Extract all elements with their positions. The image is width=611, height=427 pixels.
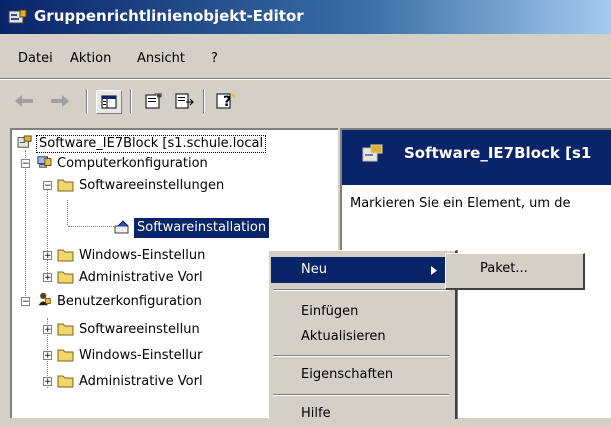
collapse-icon[interactable]: −	[43, 181, 52, 191]
context-menu-neu[interactable]: Neu	[271, 257, 451, 283]
collapse-icon[interactable]: −	[21, 297, 30, 307]
title-bar: Gruppenrichtlinienobjekt-Editor	[0, 0, 611, 34]
back-arrow-icon[interactable]	[12, 90, 36, 112]
menu-ansicht[interactable]: Ansicht	[137, 51, 185, 66]
window-title: Gruppenrichtlinienobjekt-Editor	[34, 7, 304, 25]
toolbar: ?	[0, 82, 611, 120]
menu-item-label: Eigenschaften	[301, 367, 394, 382]
menu-separator	[273, 394, 449, 396]
expand-icon[interactable]: +	[43, 273, 52, 283]
details-header: Software_IE7Block [s1	[342, 130, 611, 185]
show-hide-tree-icon[interactable]	[96, 90, 122, 114]
collapse-icon[interactable]: −	[21, 159, 30, 169]
tree-item-label: Software_IE7Block [s1.schule.local	[36, 135, 267, 153]
context-menu: Neu Einfügen Aktualisieren Eigenschaften…	[268, 250, 457, 421]
tree-line	[68, 226, 114, 227]
context-menu-aktualisieren[interactable]: Aktualisieren	[271, 324, 451, 350]
tree-item-label: Benutzerkonfiguration	[57, 294, 202, 309]
forward-arrow-icon[interactable]	[48, 90, 72, 112]
menu-help[interactable]: ?	[211, 51, 218, 66]
submenu: Paket...	[445, 253, 585, 290]
policy-object-icon	[17, 135, 32, 148]
context-menu-eigenschaften[interactable]: Eigenschaften	[271, 362, 451, 388]
tree-line	[47, 182, 48, 277]
export-list-icon[interactable]	[172, 90, 196, 112]
tree-item-label: Softwareinstallation	[134, 218, 270, 238]
menu-item-label: Einfügen	[301, 304, 359, 319]
tree-item-label: Softwareeinstellungen	[79, 178, 225, 193]
tree-item-label: Computerkonfiguration	[57, 156, 208, 171]
install-package-icon	[114, 220, 129, 234]
toolbar-separator	[130, 89, 132, 113]
properties-icon[interactable]	[142, 90, 166, 112]
folder-icon	[57, 249, 74, 262]
tree-item-label: Windows-Einstellur	[79, 348, 203, 363]
tree-item-label: Softwareeinstellun	[79, 322, 200, 337]
submenu-paket[interactable]: Paket...	[480, 261, 528, 276]
menu-aktion[interactable]: Aktion	[70, 51, 111, 66]
help-icon[interactable]: ?	[214, 90, 238, 112]
menu-item-label: Hilfe	[301, 406, 331, 421]
menu-datei[interactable]: Datei	[18, 51, 53, 66]
toolbar-separator	[203, 89, 205, 113]
details-description: Markieren Sie ein Element, um de	[350, 196, 571, 211]
folder-icon	[57, 349, 74, 362]
folder-icon	[57, 271, 74, 284]
expand-icon[interactable]: +	[43, 351, 52, 361]
tree-line	[25, 150, 26, 300]
menu-bar: Datei Aktion Ansicht ?	[0, 40, 611, 74]
expand-icon[interactable]: +	[43, 377, 52, 387]
folder-icon	[57, 375, 74, 388]
menu-separator	[273, 355, 449, 357]
context-menu-einfuegen[interactable]: Einfügen	[271, 299, 451, 325]
svg-text:?: ?	[223, 94, 231, 110]
menu-item-label: Neu	[301, 262, 327, 277]
tree-item-label: Administrative Vorl	[79, 374, 203, 389]
folder-icon	[57, 323, 74, 336]
tree-item-label: Administrative Vorl	[79, 270, 203, 285]
folder-open-icon	[57, 179, 74, 192]
app-icon	[8, 9, 27, 24]
computer-icon	[37, 156, 52, 168]
menu-divider	[0, 78, 611, 80]
tree-line	[67, 200, 68, 225]
toolbar-separator	[86, 89, 88, 113]
menu-item-label: Aktualisieren	[301, 329, 386, 344]
details-title: Software_IE7Block [s1	[404, 144, 592, 162]
expand-icon[interactable]: +	[43, 251, 52, 261]
context-menu-hilfe[interactable]: Hilfe	[271, 401, 451, 427]
submenu-arrow-icon	[431, 266, 437, 275]
policy-object-icon	[362, 144, 383, 162]
user-icon	[38, 292, 51, 306]
expand-icon[interactable]: +	[43, 325, 52, 335]
tree-item-label: Windows-Einstellun	[79, 248, 206, 263]
menu-separator	[273, 289, 449, 291]
